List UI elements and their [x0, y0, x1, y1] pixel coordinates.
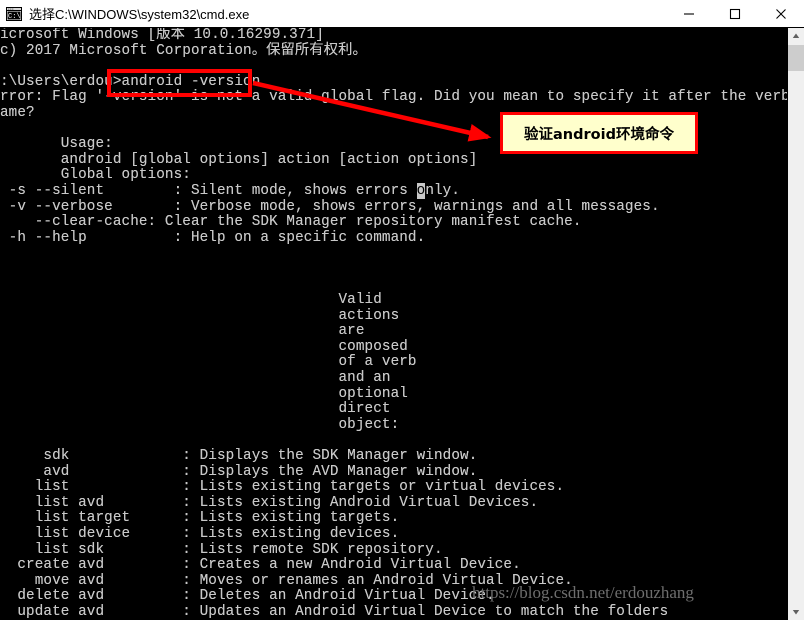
- close-button[interactable]: [758, 0, 804, 27]
- callout-box: 验证android环境命令: [500, 112, 698, 154]
- scroll-down-arrow-icon[interactable]: [788, 604, 804, 620]
- window-title: 选择C:\WINDOWS\system32\cmd.exe: [29, 7, 250, 22]
- maximize-button[interactable]: [712, 0, 758, 27]
- vertical-scrollbar[interactable]: [787, 28, 804, 620]
- scroll-up-arrow-icon[interactable]: [788, 28, 804, 44]
- cmd-window: C:\. 选择C:\WINDOWS\system32\cmd.exe icros…: [0, 0, 804, 620]
- minimize-button[interactable]: [666, 0, 712, 27]
- title-bar: C:\. 选择C:\WINDOWS\system32\cmd.exe: [0, 0, 804, 28]
- scroll-thumb[interactable]: [788, 45, 804, 71]
- window-controls: [666, 0, 804, 27]
- cmd-console-icon: C:\.: [6, 6, 25, 22]
- svg-text:C:\.: C:\.: [8, 13, 22, 21]
- callout-text: 验证android环境命令: [524, 126, 674, 143]
